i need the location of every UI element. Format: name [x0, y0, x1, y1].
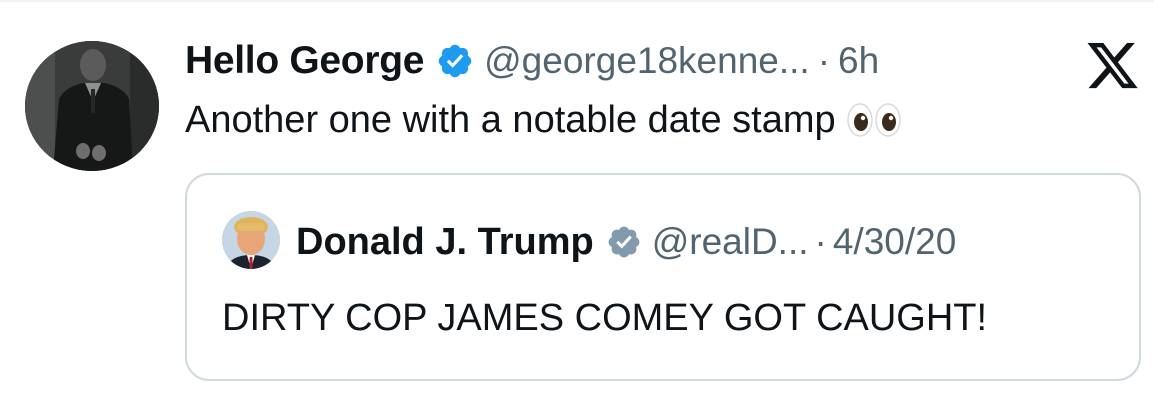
quoted-avatar-photo-icon	[222, 211, 280, 269]
eyes-emoji-icon	[846, 103, 901, 137]
author-handle[interactable]: @george18kenne...	[484, 40, 810, 82]
quoted-author-avatar[interactable]	[222, 211, 280, 269]
verified-badge-icon[interactable]	[436, 42, 474, 80]
quoted-tweet-card[interactable]	[185, 173, 1141, 381]
separator-dot: ·	[817, 40, 831, 81]
quoted-tweet-text: DIRTY COP JAMES COMEY GOT CAUGHT!	[222, 297, 988, 339]
tweet-timestamp[interactable]: 6h	[838, 40, 879, 82]
quoted-tweet-date[interactable]: 4/30/20	[833, 221, 956, 263]
top-divider	[0, 0, 1154, 2]
government-verified-badge-icon[interactable]	[606, 224, 642, 260]
quoted-separator-dot: ·	[814, 221, 827, 262]
avatar-photo-icon	[25, 41, 159, 171]
quoted-author-display-name[interactable]: Donald J. Trump	[296, 221, 594, 264]
tweet-body: Another one with a notable date stamp	[185, 99, 836, 141]
tweet-text: Another one with a notable date stamp	[185, 92, 904, 148]
author-avatar[interactable]	[25, 41, 159, 171]
quoted-author-handle[interactable]: @realD...	[652, 221, 809, 263]
quoted-tweet-header: Donald J. Trump @realD... · 4/30/20	[296, 214, 956, 270]
x-logo-icon	[1087, 43, 1138, 89]
author-display-name[interactable]: Hello George	[185, 39, 424, 83]
tweet-header: Hello George @george18kenne... · 6h	[185, 33, 879, 89]
